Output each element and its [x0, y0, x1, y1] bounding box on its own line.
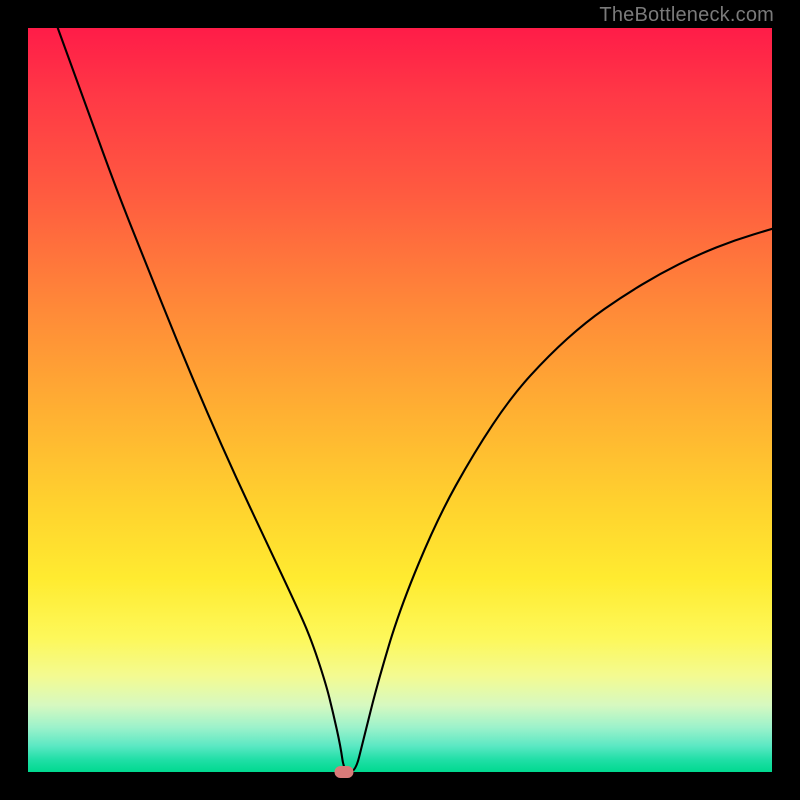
- watermark-text: TheBottleneck.com: [599, 4, 774, 27]
- optimum-marker: [335, 766, 354, 778]
- plot-area: [28, 28, 772, 772]
- bottleneck-curve: [28, 28, 772, 772]
- chart-frame: TheBottleneck.com: [0, 0, 800, 800]
